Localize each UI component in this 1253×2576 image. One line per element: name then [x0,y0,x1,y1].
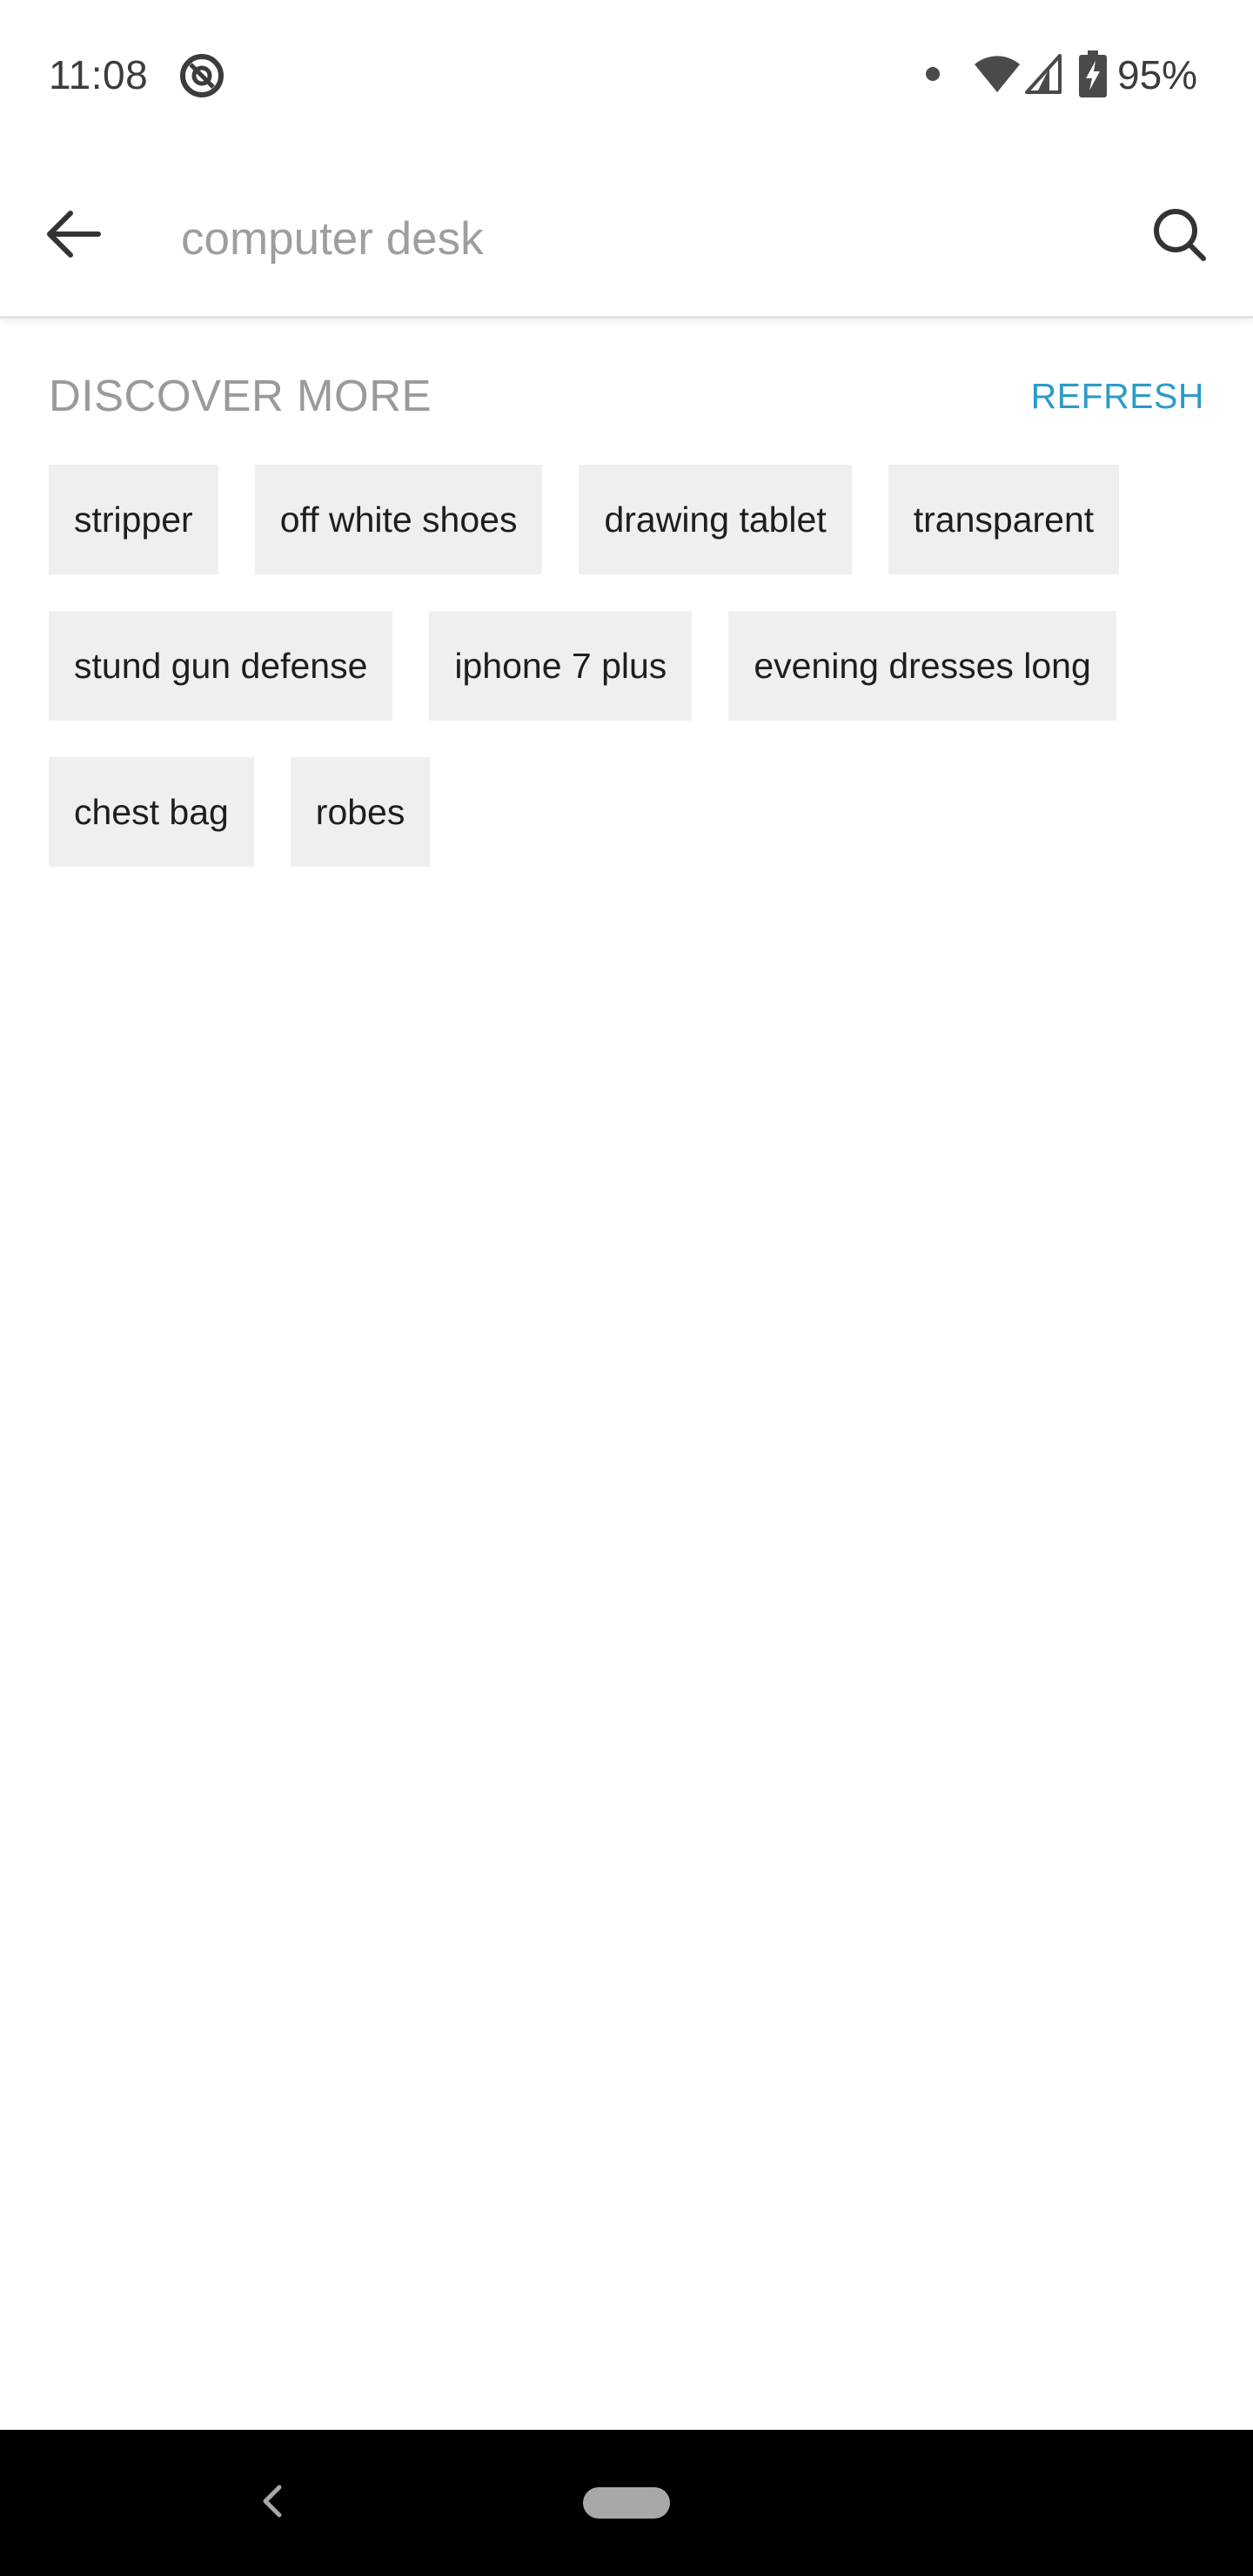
arrow-left-icon [46,210,102,263]
search-icon [1151,206,1207,266]
battery-charging-icon [1079,50,1107,97]
at-sign-badge-icon [178,52,225,99]
suggestion-chip[interactable]: stund gun defense [49,611,393,721]
chip-row-3: chest bag robes [49,757,431,867]
screen: 11:08 95% computer desk DISCOVER MORE RE… [0,0,1253,2576]
search-input[interactable] [181,197,1103,280]
discover-title: DISCOVER MORE [49,371,432,420]
suggestion-chip[interactable]: evening dresses long [728,611,1116,721]
suggestion-chip[interactable]: iphone 7 plus [429,611,693,721]
chevron-left-icon [258,2482,285,2525]
notification-dot-icon [926,67,940,81]
discover-header: DISCOVER MORE REFRESH [49,366,1204,426]
battery-percent: 95% [1117,52,1198,97]
cell-signal-icon [1023,52,1063,96]
search-button[interactable] [1131,188,1227,284]
back-button[interactable] [26,188,122,284]
chip-row-2: stund gun defense iphone 7 plus evening … [49,611,1116,721]
suggestion-chip[interactable]: transparent [888,465,1120,574]
refresh-button[interactable]: REFRESH [1031,369,1204,423]
suggestion-chip[interactable]: chest bag [49,757,254,867]
suggestion-chip[interactable]: off white shoes [254,465,543,574]
system-nav-bar [0,2430,1253,2576]
nav-back-button[interactable] [247,2472,296,2534]
status-time: 11:08 [49,52,149,97]
chip-row-1: stripper off white shoes drawing tablet … [49,465,1120,574]
search-toolbar [0,148,1253,319]
wifi-icon [973,52,1022,96]
suggestion-chip[interactable]: drawing tablet [579,465,852,574]
suggestion-chip[interactable]: robes [290,757,431,867]
home-pill-icon[interactable] [583,2487,670,2519]
status-bar: 11:08 95% [0,0,1253,148]
suggestion-chip[interactable]: stripper [49,465,218,574]
